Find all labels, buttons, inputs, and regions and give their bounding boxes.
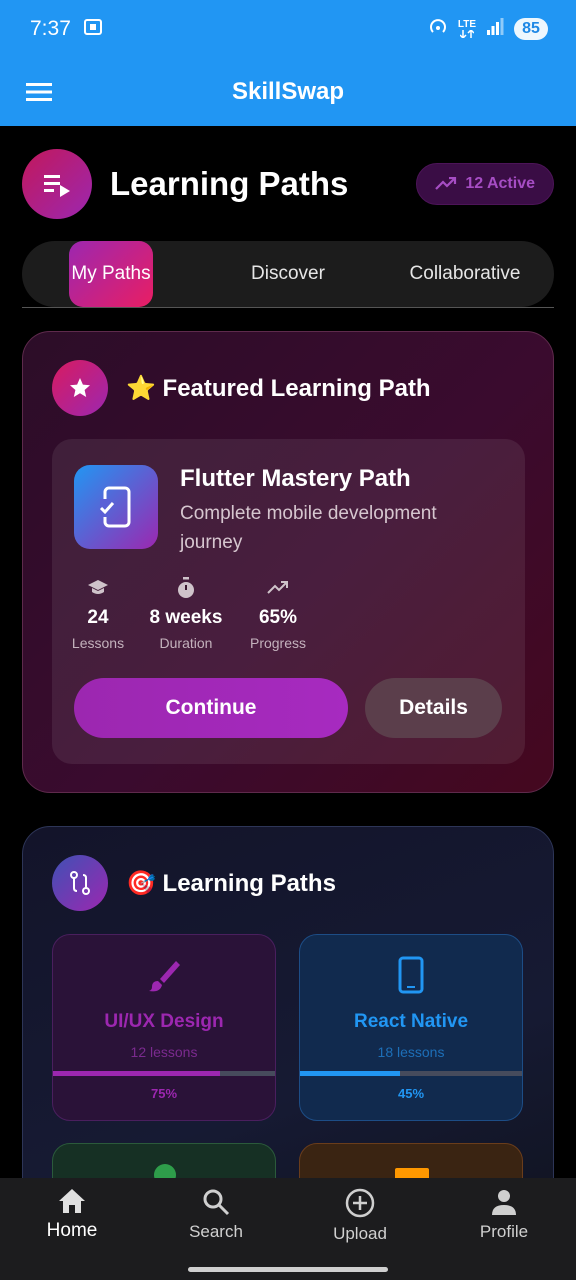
tab-my-paths[interactable]: My Paths: [69, 241, 153, 307]
status-bar: 7:37 LTE 85: [0, 0, 576, 58]
stat-label: Progress: [249, 635, 307, 651]
featured-path-card[interactable]: Flutter Mastery Path Complete mobile dev…: [52, 439, 525, 764]
route-icon: [52, 855, 108, 911]
content-scroll[interactable]: Learning Paths 12 Active My Paths Discov…: [0, 126, 576, 1178]
path-tile-partial-orange[interactable]: [299, 1143, 523, 1178]
network-type: LTE: [458, 20, 476, 38]
trending-up-icon: [435, 177, 457, 190]
progress-track: [53, 1071, 275, 1076]
add-circle-icon: [345, 1188, 375, 1218]
stat-value: 8 weeks: [149, 607, 223, 628]
page-title: Learning Paths: [110, 165, 349, 202]
stat-value: 65%: [258, 607, 298, 628]
stat-progress: 65% Progress: [248, 575, 308, 651]
nav-search[interactable]: Search: [166, 1188, 266, 1242]
tile-lessons: 18 lessons: [377, 1044, 445, 1060]
path-tile-react-native[interactable]: React Native 18 lessons 45%: [299, 934, 523, 1121]
home-icon: [59, 1189, 85, 1213]
active-badge-label: 12 Active: [465, 175, 535, 192]
playlist-play-icon: [22, 149, 92, 219]
hamburger-icon: [26, 83, 52, 101]
person-icon: [492, 1190, 516, 1215]
search-icon: [203, 1189, 230, 1216]
stat-value: 24: [87, 607, 109, 628]
graduation-cap-icon: [87, 575, 109, 601]
tab-discover[interactable]: Discover: [248, 241, 328, 307]
status-time: 7:37: [30, 17, 71, 40]
nav-upload[interactable]: Upload: [310, 1188, 410, 1244]
tile-progress-text: 45%: [397, 1086, 425, 1101]
path-description: Complete mobile development journey: [180, 503, 437, 553]
battery-indicator: 85: [514, 18, 548, 40]
tab-collaborative[interactable]: Collaborative: [402, 241, 528, 307]
path-icon: [395, 1168, 429, 1178]
network-label: LTE: [457, 19, 476, 30]
progress-track: [300, 1071, 522, 1076]
paths-title: 🎯 Learning Paths: [126, 869, 336, 897]
path-title: Flutter Mastery Path: [180, 465, 411, 492]
hotspot-icon: [428, 17, 448, 42]
divider: [22, 307, 554, 308]
featured-title: ⭐ Featured Learning Path: [126, 374, 431, 402]
phone-icon: [300, 955, 522, 995]
app-bar: SkillSwap: [0, 58, 576, 126]
brush-icon: [53, 955, 275, 995]
trending-up-icon: [267, 575, 289, 601]
progress-fill: [300, 1071, 400, 1076]
tab-bar: My Paths Discover Collaborative: [22, 241, 554, 307]
page-header: Learning Paths 12 Active: [22, 149, 554, 219]
path-stats: 24 Lessons 8 weeks Duration 65% Progress: [70, 575, 308, 651]
learning-paths-card: 🎯 Learning Paths UI/UX Design 12 lessons…: [22, 826, 554, 1178]
paths-header: 🎯 Learning Paths: [52, 855, 336, 911]
timer-icon: [176, 575, 196, 601]
nav-label: Home: [46, 1220, 98, 1241]
tile-progress-text: 75%: [150, 1086, 178, 1101]
stat-label: Lessons: [71, 635, 125, 651]
featured-header: ⭐ Featured Learning Path: [52, 360, 431, 416]
active-badge[interactable]: 12 Active: [416, 163, 554, 205]
phone-check-icon: [74, 465, 158, 549]
status-right: LTE 85: [428, 17, 548, 42]
featured-card: ⭐ Featured Learning Path Flutter Mastery…: [22, 331, 554, 793]
nav-label: Upload: [333, 1224, 387, 1243]
app-title: SkillSwap: [231, 78, 345, 105]
tile-lessons: 12 lessons: [130, 1044, 198, 1060]
details-button[interactable]: Details: [365, 678, 502, 738]
continue-button[interactable]: Continue: [74, 678, 348, 738]
stat-duration: 8 weeks Duration: [148, 575, 224, 651]
nav-profile[interactable]: Profile: [454, 1188, 554, 1242]
nav-label: Search: [189, 1222, 243, 1241]
nav-home[interactable]: Home: [22, 1188, 122, 1242]
menu-button[interactable]: [22, 75, 56, 109]
signal-icon: [486, 17, 504, 41]
nav-label: Profile: [479, 1222, 529, 1241]
screenshot-icon: [83, 17, 103, 42]
stat-lessons: 24 Lessons: [70, 575, 126, 651]
stat-label: Duration: [159, 635, 213, 651]
path-icon: [154, 1164, 176, 1178]
home-indicator[interactable]: [188, 1267, 388, 1272]
status-left: 7:37: [30, 17, 103, 42]
tile-title: UI/UX Design: [104, 1011, 224, 1032]
progress-fill: [53, 1071, 220, 1076]
tile-title: React Native: [353, 1011, 469, 1032]
bottom-nav: Home Search Upload Profile: [0, 1178, 576, 1280]
path-tile-uiux[interactable]: UI/UX Design 12 lessons 75%: [52, 934, 276, 1121]
star-icon: [52, 360, 108, 416]
path-tile-partial-green[interactable]: [52, 1143, 276, 1178]
